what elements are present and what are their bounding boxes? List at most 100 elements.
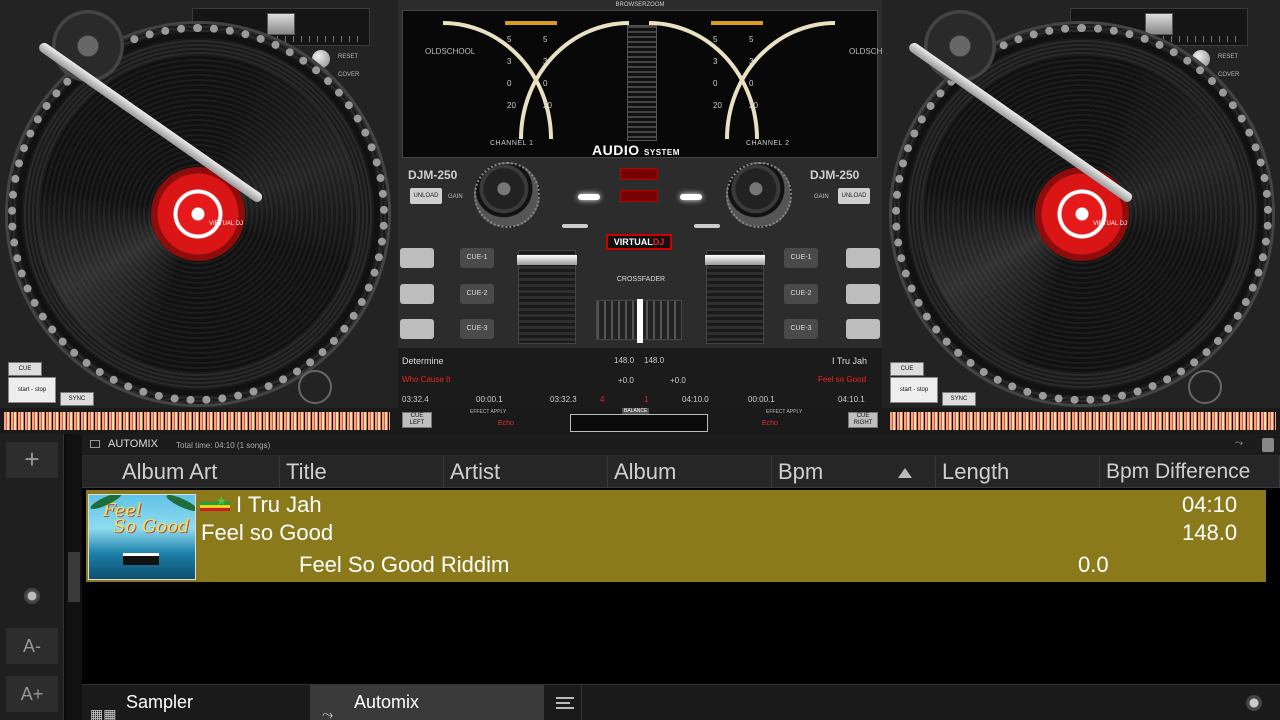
- right-record-label-text: VIRTUAL DJ: [1093, 221, 1128, 227]
- cover-title: Feel So Good: [103, 502, 189, 536]
- album-art-thumbnail: Feel So Good: [88, 494, 196, 580]
- left-effect-echo[interactable]: Echo: [498, 420, 514, 427]
- right-waveform[interactable]: [890, 412, 1276, 430]
- right-pad-3[interactable]: [846, 319, 880, 339]
- automix-total-time: Total time: 04:10 (1 songs): [176, 441, 271, 450]
- right-turntable-platter[interactable]: VIRTUAL DJ: [892, 24, 1272, 404]
- right-channel-fader[interactable]: [705, 250, 765, 344]
- right-cue-3-button[interactable]: CUE-3: [784, 319, 818, 339]
- right-pitch-knob[interactable]: [1145, 13, 1173, 35]
- left-pitch: +0.0: [618, 376, 634, 385]
- logo-accent: DJ: [652, 237, 665, 247]
- left-deck: RESET COVER VIRTUAL DJ CUE start - stop …: [0, 0, 398, 408]
- column-album[interactable]: Album: [608, 456, 772, 488]
- left-cue-3-button[interactable]: CUE-3: [460, 319, 494, 339]
- right-track-title: I Tru Jah: [832, 356, 868, 366]
- automix-header: AUTOMIX Total time: 04:10 (1 songs) ⤳: [82, 434, 1280, 456]
- row-bpm-difference: 0.0: [1078, 552, 1109, 577]
- vu-tick: 3: [749, 57, 754, 66]
- column-bpm[interactable]: Bpm: [772, 456, 936, 488]
- right-start-stop-button[interactable]: start - stop: [890, 377, 938, 403]
- right-cue-1-button[interactable]: CUE-1: [784, 248, 818, 268]
- right-cue-2-button[interactable]: CUE-2: [784, 284, 818, 304]
- left-cue-button[interactable]: CUE: [8, 362, 42, 376]
- column-artist[interactable]: Artist: [444, 456, 608, 488]
- vu-meter-4: 5 3 0 20: [725, 21, 835, 139]
- vu-scale-2: 5 3 0 20: [543, 29, 552, 117]
- table-row[interactable]: Feel So Good ★ I Tru Jah Feel so Good Fe…: [86, 490, 1266, 582]
- right-sync-button[interactable]: SYNC: [942, 392, 976, 406]
- left-pad-1[interactable]: [400, 248, 434, 268]
- right-loop-count: 1: [644, 395, 649, 404]
- left-pad-2[interactable]: [400, 284, 434, 304]
- right-total-time: 04:10.1: [838, 395, 865, 404]
- column-album-art[interactable]: Album Art: [116, 456, 280, 488]
- left-turntable-platter[interactable]: VIRTUAL DJ: [8, 24, 388, 404]
- crossfader-cap[interactable]: [637, 299, 643, 343]
- shuffle-icon[interactable]: ⤳: [1230, 438, 1248, 452]
- crossfader[interactable]: [596, 299, 682, 343]
- column-bpm-difference[interactable]: Bpm Difference: [1100, 456, 1280, 488]
- row-length: 04:10: [1182, 492, 1238, 517]
- left-fader-cap[interactable]: [517, 255, 577, 265]
- cue-left-button[interactable]: CUE LEFT: [402, 412, 432, 428]
- scrollbar-thumb[interactable]: [1262, 438, 1274, 452]
- right-fader-cap[interactable]: [705, 255, 765, 265]
- crossfader-label: CROSSFADER: [616, 276, 666, 283]
- left-pitch-knob[interactable]: [267, 13, 295, 35]
- column-length[interactable]: Length: [936, 456, 1100, 488]
- vu-tick: 3: [543, 57, 548, 66]
- deck-area: RESET COVER VIRTUAL DJ CUE start - stop …: [0, 0, 1280, 432]
- left-track-artist: Who Cause It: [402, 375, 451, 384]
- tab-automix-label: Automix: [354, 692, 420, 712]
- cue-right-button[interactable]: CUE RIGHT: [848, 412, 878, 428]
- column-title[interactable]: Title: [280, 456, 444, 488]
- right-effect-echo[interactable]: Echo: [762, 420, 778, 427]
- add-folder-button[interactable]: +: [6, 442, 58, 478]
- left-effect-label: EFFECT APPLY: [470, 409, 507, 415]
- center-red-display-2: [620, 190, 658, 202]
- right-pad-1[interactable]: [846, 248, 880, 268]
- right-pad-2[interactable]: [846, 284, 880, 304]
- left-cue-2-button[interactable]: CUE-2: [460, 284, 494, 304]
- left-waveform[interactable]: [4, 412, 390, 430]
- track-info-panel: Determine Who Cause It 03:32.4 00:00.1 0…: [398, 348, 882, 408]
- vu-meter-2: 5 3 0 20: [519, 21, 629, 139]
- playlist-menu-button[interactable]: [546, 685, 582, 720]
- side-panel-grip[interactable]: [68, 552, 80, 602]
- left-elapsed-time: 03:32.4: [402, 395, 429, 404]
- font-smaller-button[interactable]: A-: [6, 628, 58, 664]
- left-cue-1-button[interactable]: CUE-1: [460, 248, 494, 268]
- left-gain-knob[interactable]: [474, 162, 540, 228]
- rail-toggle-icon[interactable]: [24, 588, 40, 604]
- right-bpm: 148.0: [644, 356, 665, 365]
- balance-slider[interactable]: [570, 414, 708, 432]
- center-red-display-1: [620, 168, 658, 180]
- column-header-row: Album Art Title Artist Album Bpm Length …: [82, 456, 1280, 488]
- right-unload-button[interactable]: UNLOAD: [838, 188, 870, 204]
- right-gain-knob[interactable]: [726, 162, 792, 228]
- right-elapsed-time: 04:10.0: [682, 395, 709, 404]
- status-dot-icon[interactable]: [1246, 695, 1262, 711]
- left-pad-3[interactable]: [400, 319, 434, 339]
- right-deck: RESET COVER VIRTUAL DJ CUE start - stop …: [882, 0, 1280, 408]
- vu-tick: 0: [713, 79, 718, 88]
- vu-scale-3: 5 3 0 20: [713, 29, 722, 117]
- font-larger-button[interactable]: A+: [6, 676, 58, 712]
- vu-scale-1: 5 3 0 20: [507, 29, 516, 117]
- side-panel-handle[interactable]: [66, 434, 82, 720]
- left-channel-fader[interactable]: [517, 250, 577, 344]
- left-sync-button[interactable]: SYNC: [60, 392, 94, 406]
- tab-automix[interactable]: ⤳ Automix: [310, 685, 544, 720]
- right-effect-label: EFFECT APPLY: [766, 409, 803, 415]
- right-cue-button[interactable]: CUE: [890, 362, 924, 376]
- mixer-panel: BROWSERZOOM OLDSCHOOL 5 3 0 20 5 3 0 20 …: [398, 0, 899, 408]
- left-unload-button[interactable]: UNLOAD: [410, 188, 442, 204]
- right-pitch: +0.0: [670, 376, 686, 385]
- tab-sampler[interactable]: ▦▦ Sampler: [82, 685, 310, 720]
- left-small-bar: [562, 224, 588, 228]
- vu-tick: 5: [543, 35, 548, 44]
- left-reset-label: RESET: [338, 54, 359, 60]
- left-start-stop-button[interactable]: start - stop: [8, 377, 56, 403]
- audio-system-label: AUDIO SYSTEM: [592, 142, 680, 158]
